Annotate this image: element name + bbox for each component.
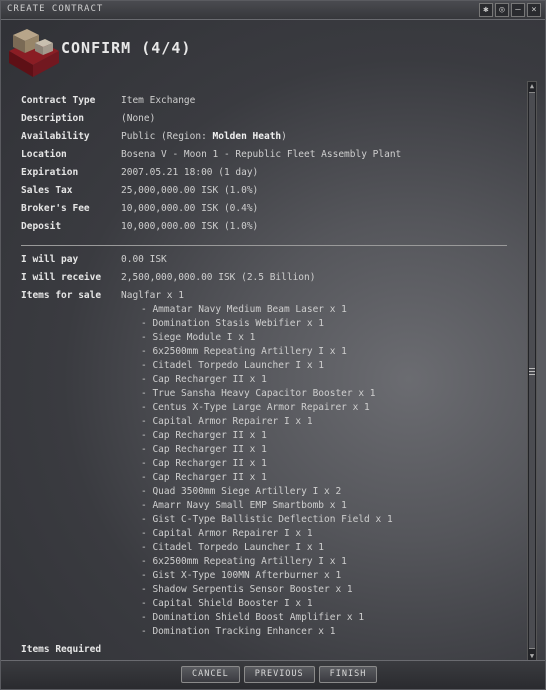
field-brokers-fee: Broker's Fee 10,000,000.00 ISK (0.4%): [21, 203, 511, 221]
items-list: Naglfar x 1: [121, 290, 184, 304]
availability-prefix: Public (Region:: [121, 131, 213, 142]
field-label: Deposit: [21, 221, 62, 232]
field-label: Location: [21, 149, 67, 160]
field-i-will-pay: I will pay 0.00 ISK: [21, 254, 511, 272]
list-item: - Capital Armor Repairer I x 1: [141, 528, 313, 539]
list-item: - Gist X-Type 100MN Afterburner x 1: [141, 570, 342, 581]
divider: [21, 245, 507, 246]
list-item: - Shadow Serpentis Sensor Booster x 1: [141, 584, 353, 595]
field-label: Description: [21, 113, 84, 124]
field-label: Availability: [21, 131, 90, 142]
field-value: 25,000,000.00 ISK (1.0%): [121, 185, 259, 196]
options-icon[interactable]: ◎: [495, 3, 509, 17]
list-item: - Cap Recharger II x 1: [141, 430, 267, 441]
close-icon[interactable]: ×: [527, 3, 541, 17]
field-value: Public (Region: Molden Heath): [121, 131, 287, 142]
list-item: - Cap Recharger II x 1: [141, 458, 267, 469]
contract-summary: Contract Type Item Exchange Description …: [21, 95, 511, 662]
list-item: - Quad 3500mm Siege Artillery I x 2: [141, 486, 342, 497]
field-label: Contract Type: [21, 95, 96, 106]
field-value: (None): [121, 113, 156, 124]
title-bar[interactable]: CREATE CONTRACT ✱ ◎ – ×: [1, 1, 545, 20]
field-label: I will pay: [21, 254, 79, 265]
scrollbar-thumb[interactable]: [529, 92, 535, 649]
contract-crate-icon: [9, 29, 59, 77]
list-item: - 6x2500mm Repeating Artillery I x 1: [141, 346, 347, 357]
list-item: - Capital Shield Booster I x 1: [141, 598, 313, 609]
page-heading: CONFIRM (4/4): [61, 39, 192, 57]
field-value: 10,000,000.00 ISK (1.0%): [121, 221, 259, 232]
field-deposit: Deposit 10,000,000.00 ISK (1.0%): [21, 221, 511, 239]
scrollbar[interactable]: ▲ ▼: [527, 81, 537, 661]
scroll-down-icon[interactable]: ▼: [528, 652, 536, 660]
list-item: - Siege Module I x 1: [141, 332, 256, 343]
main-item: Naglfar x 1: [121, 290, 184, 301]
list-item: - Domination Shield Boost Amplifier x 1: [141, 612, 365, 623]
list-item: - Citadel Torpedo Launcher I x 1: [141, 542, 325, 553]
button-group: CANCEL PREVIOUS FINISH: [181, 666, 378, 683]
window-controls: ✱ ◎ – ×: [479, 3, 541, 17]
field-i-will-receive: I will receive 2,500,000,000.00 ISK (2.5…: [21, 272, 511, 290]
list-item: - Domination Stasis Webifier x 1: [141, 318, 325, 329]
list-item: - Capital Armor Repairer I x 1: [141, 416, 313, 427]
cancel-button[interactable]: CANCEL: [181, 666, 240, 683]
field-description: Description (None): [21, 113, 511, 131]
region-name: Molden Heath: [212, 131, 282, 142]
availability-suffix: ): [281, 131, 287, 142]
field-label: Expiration: [21, 167, 79, 178]
list-item: - Amarr Navy Small EMP Smartbomb x 1: [141, 500, 347, 511]
window-title: CREATE CONTRACT: [7, 4, 104, 14]
field-value: Item Exchange: [121, 95, 196, 106]
items-for-sale-section: Items for sale Naglfar x 1 - Ammatar Nav…: [21, 290, 511, 644]
fitted-modules-list: - Ammatar Navy Medium Beam Laser x 1 - D…: [141, 304, 393, 640]
grip-icon: [529, 368, 535, 377]
list-item: - Centus X-Type Large Armor Repairer x 1: [141, 402, 370, 413]
field-availability: Availability Public (Region: Molden Heat…: [21, 131, 511, 149]
field-label: I will receive: [21, 272, 102, 283]
button-bar: CANCEL PREVIOUS FINISH: [1, 660, 545, 689]
field-location: Location Bosena V - Moon 1 - Republic Fl…: [21, 149, 511, 167]
field-value: 2007.05.21 18:00 (1 day): [121, 167, 259, 178]
list-item: - Domination Tracking Enhancer x 1: [141, 626, 336, 637]
list-item: - True Sansha Heavy Capacitor Booster x …: [141, 388, 376, 399]
field-value: 10,000,000.00 ISK (0.4%): [121, 203, 259, 214]
minimize-icon[interactable]: –: [511, 3, 525, 17]
list-item: - Gist C-Type Ballistic Deflection Field…: [141, 514, 393, 525]
finish-button[interactable]: FINISH: [318, 666, 378, 683]
field-contract-type: Contract Type Item Exchange: [21, 95, 511, 113]
list-item: - 6x2500mm Repeating Artillery I x 1: [141, 556, 347, 567]
field-value: 0.00 ISK: [121, 254, 167, 265]
list-item: - Ammatar Navy Medium Beam Laser x 1: [141, 304, 347, 315]
field-label: Items Required: [21, 644, 102, 655]
field-label: Broker's Fee: [21, 203, 90, 214]
pin-icon[interactable]: ✱: [479, 3, 493, 17]
field-label: Sales Tax: [21, 185, 73, 196]
scroll-up-icon[interactable]: ▲: [528, 82, 536, 90]
field-sales-tax: Sales Tax 25,000,000.00 ISK (1.0%): [21, 185, 511, 203]
create-contract-window: CREATE CONTRACT ✱ ◎ – × CONFIRM (4/4) Co…: [0, 0, 546, 690]
list-item: - Citadel Torpedo Launcher I x 1: [141, 360, 325, 371]
field-value: Bosena V - Moon 1 - Republic Fleet Assem…: [121, 149, 402, 160]
field-label: Items for sale: [21, 290, 102, 301]
list-item: - Cap Recharger II x 1: [141, 472, 267, 483]
previous-button[interactable]: PREVIOUS: [243, 666, 315, 683]
field-expiration: Expiration 2007.05.21 18:00 (1 day): [21, 167, 511, 185]
field-value: 2,500,000,000.00 ISK (2.5 Billion): [121, 272, 316, 283]
list-item: - Cap Recharger II x 1: [141, 444, 267, 455]
list-item: - Cap Recharger II x 1: [141, 374, 267, 385]
